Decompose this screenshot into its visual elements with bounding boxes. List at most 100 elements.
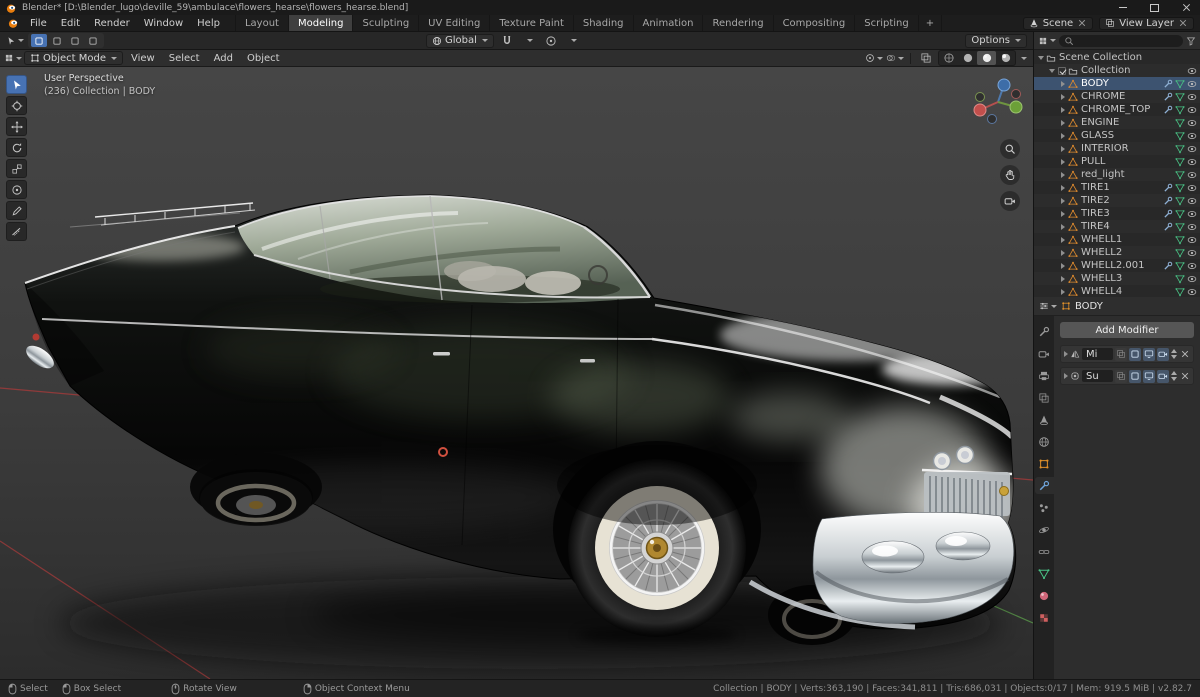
modifier-row-subsurf[interactable]: Su xyxy=(1060,367,1194,385)
expand-arrow-icon[interactable] xyxy=(1061,223,1065,230)
tab-scripting[interactable]: Scripting xyxy=(854,15,917,31)
expand-arrow-icon[interactable] xyxy=(1061,132,1065,139)
snap-toggle-button[interactable] xyxy=(498,33,516,48)
visibility-eye-icon[interactable] xyxy=(1187,170,1197,180)
menu-object[interactable]: Object xyxy=(241,53,286,64)
add-modifier-button[interactable]: Add Modifier xyxy=(1060,322,1194,338)
show-overlays-button[interactable] xyxy=(886,51,904,66)
editor-type-button[interactable] xyxy=(4,51,22,66)
expand-arrow-icon[interactable] xyxy=(1061,158,1065,165)
minimize-button[interactable] xyxy=(1109,0,1136,15)
edit-mode-toggle[interactable] xyxy=(1129,347,1141,361)
outliner-item-tire2[interactable]: TIRE2 xyxy=(1034,194,1200,207)
menu-window[interactable]: Window xyxy=(137,15,190,31)
tab-physics[interactable] xyxy=(1035,521,1054,538)
expand-arrow-icon[interactable] xyxy=(1049,68,1055,73)
move-modifier-down-button[interactable] xyxy=(1171,377,1177,381)
visibility-eye-icon[interactable] xyxy=(1187,248,1197,258)
realtime-toggle[interactable] xyxy=(1143,347,1155,361)
viewport-3d[interactable]: User Perspective (236) Collection | BODY xyxy=(0,67,1033,679)
expand-arrow-icon[interactable] xyxy=(1064,351,1068,357)
delete-modifier-button[interactable] xyxy=(1179,349,1190,359)
tab-particles[interactable] xyxy=(1035,499,1054,516)
visibility-eye-icon[interactable] xyxy=(1187,235,1197,245)
select-mode-new-button[interactable] xyxy=(31,34,47,47)
realtime-toggle[interactable] xyxy=(1143,369,1155,383)
outliner-scene-collection[interactable]: Scene Collection xyxy=(1034,51,1200,64)
visibility-eye-icon[interactable] xyxy=(1187,79,1197,89)
expand-arrow-icon[interactable] xyxy=(1061,262,1065,269)
options-dropdown[interactable]: Options xyxy=(965,33,1027,48)
tab-sculpting[interactable]: Sculpting xyxy=(352,15,418,31)
modifier-name-field[interactable]: Su xyxy=(1082,370,1113,382)
outliner-item-whell1[interactable]: WHELL1 xyxy=(1034,233,1200,246)
navigation-gizmo[interactable] xyxy=(971,75,1025,132)
tab-view-layer[interactable] xyxy=(1035,389,1054,406)
tab-rendering[interactable]: Rendering xyxy=(702,15,772,31)
select-mode-subtract-button[interactable] xyxy=(67,34,83,47)
visibility-eye-icon[interactable] xyxy=(1187,196,1197,206)
outliner-item-interior[interactable]: INTERIOR xyxy=(1034,142,1200,155)
expand-arrow-icon[interactable] xyxy=(1061,106,1065,113)
tab-material[interactable] xyxy=(1035,587,1054,604)
outliner-item-whell2-001[interactable]: WHELL2.001 xyxy=(1034,259,1200,272)
expand-arrow-icon[interactable] xyxy=(1061,145,1065,152)
zoom-button[interactable] xyxy=(1000,139,1020,159)
active-tool-button[interactable] xyxy=(6,33,24,48)
modifier-row-mirror[interactable]: Mi xyxy=(1060,345,1194,363)
shading-rendered-button[interactable] xyxy=(996,51,1015,65)
expand-arrow-icon[interactable] xyxy=(1061,210,1065,217)
proportional-edit-button[interactable] xyxy=(542,33,560,48)
visibility-eye-icon[interactable] xyxy=(1187,118,1197,128)
visibility-eye-icon[interactable] xyxy=(1187,274,1197,284)
expand-arrow-icon[interactable] xyxy=(1061,249,1065,256)
on-cage-toggle[interactable] xyxy=(1115,347,1127,361)
scale-tool[interactable] xyxy=(6,159,27,178)
select-box-tool[interactable] xyxy=(6,75,27,94)
expand-arrow-icon[interactable] xyxy=(1061,275,1065,282)
outliner-item-glass[interactable]: GLASS xyxy=(1034,129,1200,142)
visibility-eye-icon[interactable] xyxy=(1187,261,1197,271)
visibility-eye-icon[interactable] xyxy=(1187,144,1197,154)
visibility-eye-icon[interactable] xyxy=(1187,131,1197,141)
move-modifier-up-button[interactable] xyxy=(1171,371,1177,375)
orientation-dropdown[interactable]: Global xyxy=(426,33,494,48)
expand-arrow-icon[interactable] xyxy=(1061,288,1065,295)
visibility-eye-icon[interactable] xyxy=(1187,209,1197,219)
outliner-item-whell2[interactable]: WHELL2 xyxy=(1034,246,1200,259)
outliner-item-body[interactable]: BODY xyxy=(1034,77,1200,90)
tab-texture-paint[interactable]: Texture Paint xyxy=(489,15,573,31)
visibility-eye-icon[interactable] xyxy=(1187,183,1197,193)
expand-arrow-icon[interactable] xyxy=(1061,171,1065,178)
on-cage-toggle[interactable] xyxy=(1115,369,1127,383)
cursor-tool[interactable] xyxy=(6,96,27,115)
snap-settings-dropdown[interactable] xyxy=(520,33,538,48)
menu-add[interactable]: Add xyxy=(208,53,239,64)
move-tool[interactable] xyxy=(6,117,27,136)
visibility-eye-icon[interactable] xyxy=(1187,105,1197,115)
tab-render[interactable] xyxy=(1035,345,1054,362)
visibility-eye-icon[interactable] xyxy=(1187,157,1197,167)
outliner-item-whell3[interactable]: WHELL3 xyxy=(1034,272,1200,285)
transform-tool[interactable] xyxy=(6,180,27,199)
outliner-collection[interactable]: Collection xyxy=(1034,64,1200,77)
menu-select[interactable]: Select xyxy=(163,53,206,64)
unlink-view-layer-icon[interactable] xyxy=(1178,18,1188,28)
scene-selector[interactable]: Scene xyxy=(1022,16,1094,30)
tab-object[interactable] xyxy=(1035,455,1054,472)
expand-arrow-icon[interactable] xyxy=(1061,236,1065,243)
pan-button[interactable] xyxy=(1000,165,1020,185)
expand-arrow-icon[interactable] xyxy=(1061,80,1065,87)
expand-arrow-icon[interactable] xyxy=(1038,55,1044,60)
outliner-editor-type-button[interactable] xyxy=(1038,33,1056,48)
expand-arrow-icon[interactable] xyxy=(1061,93,1065,100)
close-button[interactable] xyxy=(1173,0,1200,15)
outliner-item-pull[interactable]: PULL xyxy=(1034,155,1200,168)
move-modifier-down-button[interactable] xyxy=(1171,355,1177,359)
tab-object-data[interactable] xyxy=(1035,565,1054,582)
tab-animation[interactable]: Animation xyxy=(632,15,703,31)
shading-wireframe-button[interactable] xyxy=(939,51,958,65)
tab-tool[interactable] xyxy=(1035,323,1054,340)
tab-compositing[interactable]: Compositing xyxy=(772,15,855,31)
visibility-eye-icon[interactable] xyxy=(1187,66,1197,76)
